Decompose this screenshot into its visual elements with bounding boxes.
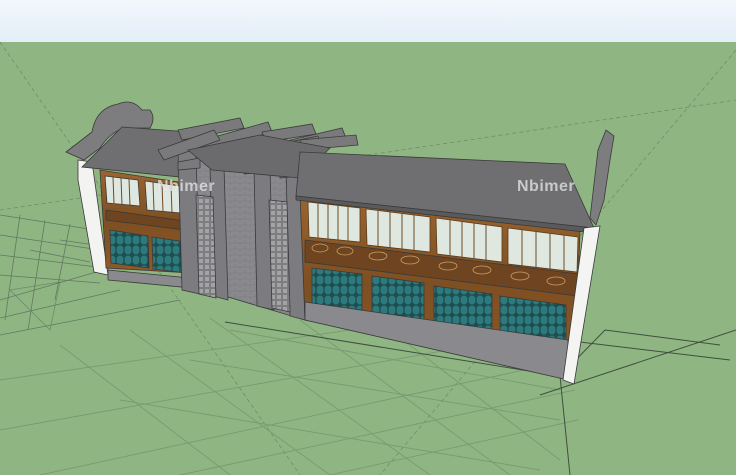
- sky: [0, 0, 736, 42]
- sketchup-viewport[interactable]: Nbimer Nbimer: [0, 0, 736, 475]
- building-model-drawing: [0, 0, 736, 475]
